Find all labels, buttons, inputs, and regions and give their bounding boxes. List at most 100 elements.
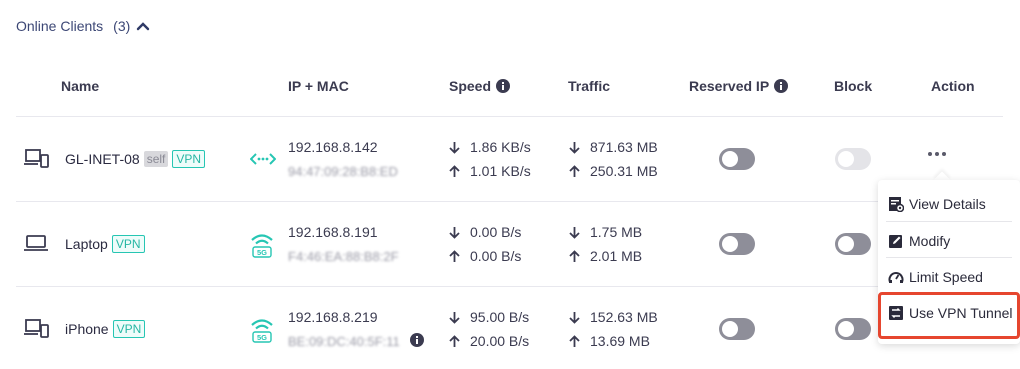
traffic-download: 1.75 MB (569, 224, 642, 240)
vpn-badge: VPN (172, 150, 206, 168)
speed-upload: 1.01 KB/s (449, 163, 531, 179)
column-ip-mac: IP + MAC (288, 78, 349, 94)
speed-download-value: 0.00 B/s (470, 224, 522, 240)
client-name: iPhone (65, 321, 109, 337)
arrow-up-icon (449, 164, 460, 177)
client-name: GL-INET-08 (65, 151, 140, 167)
menu-item-modify[interactable]: Modify (888, 233, 950, 249)
more-actions-icon[interactable] (927, 151, 947, 157)
wifi-band-label: 5G (257, 333, 267, 342)
speed-upload-value: 1.01 KB/s (470, 163, 531, 179)
toggle-knob (722, 151, 738, 167)
arrow-down-icon (569, 226, 580, 239)
block-toggle (835, 148, 871, 170)
arrow-down-icon (449, 141, 460, 154)
client-mac: 94:47:09:28:B8:ED (288, 164, 398, 179)
info-icon[interactable] (496, 79, 511, 93)
traffic-upload-value: 250.31 MB (590, 163, 658, 179)
menu-divider (886, 257, 1012, 258)
traffic-download-value: 1.75 MB (590, 224, 643, 240)
client-name-cell: GL-INET-08 self VPN (65, 150, 206, 168)
traffic-upload: 250.31 MB (569, 163, 658, 179)
block-toggle[interactable] (835, 233, 871, 255)
speed-download: 95.00 B/s (449, 309, 529, 325)
traffic-download-value: 152.63 MB (590, 309, 658, 325)
traffic-download-value: 871.63 MB (590, 139, 658, 155)
toggle-knob (838, 321, 854, 337)
mac-info-icon[interactable] (410, 333, 424, 347)
info-icon[interactable] (774, 79, 789, 93)
traffic-upload: 13.69 MB (569, 333, 650, 349)
menu-item-label: Modify (909, 233, 951, 249)
laptop-icon (24, 235, 48, 251)
speed-upload-value: 20.00 B/s (470, 333, 530, 349)
arrow-up-icon (449, 334, 460, 347)
menu-item-label: View Details (909, 196, 986, 212)
speed-download: 0.00 B/s (449, 224, 521, 240)
details-icon (889, 197, 904, 212)
wifi-5g-icon: 5G (250, 317, 274, 343)
client-name: Laptop (65, 236, 108, 252)
reserved-ip-toggle[interactable] (719, 233, 755, 255)
section-title: Online Clients (16, 18, 104, 34)
arrow-down-icon (569, 141, 580, 154)
wifi-5g-icon: 5G (250, 232, 274, 258)
column-action: Action (931, 78, 975, 94)
arrow-down-icon (449, 311, 460, 324)
table-row: iPhone VPN 5G 192.168.8.219 BE:09:DC:40:… (16, 287, 1003, 369)
reserved-ip-toggle[interactable] (719, 318, 755, 340)
wifi-band-label: 5G (257, 248, 267, 257)
speed-upload-value: 0.00 B/s (470, 248, 522, 264)
client-count: (3) (113, 18, 131, 34)
toggle-knob (722, 321, 738, 337)
client-mac: F4:46:EA:88:B8:2F (288, 249, 399, 264)
vpn-badge: VPN (112, 320, 146, 338)
speed-download: 1.86 KB/s (449, 139, 531, 155)
client-name-cell: Laptop VPN (65, 235, 145, 253)
menu-divider (886, 221, 1012, 222)
speed-upload: 20.00 B/s (449, 333, 529, 349)
traffic-upload: 2.01 MB (569, 248, 642, 264)
column-reserved-ip-label: Reserved IP (689, 78, 770, 94)
speed-download-value: 1.86 KB/s (470, 139, 531, 155)
traffic-upload-value: 2.01 MB (590, 248, 643, 264)
client-ip: 192.168.8.191 (288, 224, 378, 240)
column-speed: Speed (449, 78, 511, 94)
block-toggle[interactable] (835, 318, 871, 340)
arrow-up-icon (569, 249, 580, 262)
traffic-upload-value: 13.69 MB (590, 333, 650, 349)
toggle-knob (722, 236, 738, 252)
arrow-down-icon (449, 226, 460, 239)
column-reserved-ip: Reserved IP (689, 78, 789, 94)
highlight-box (878, 292, 1020, 339)
lan-connection-icon (250, 152, 276, 166)
traffic-download: 871.63 MB (569, 139, 658, 155)
self-badge: self (143, 151, 169, 167)
speed-upload: 0.00 B/s (449, 248, 521, 264)
reserved-ip-toggle[interactable] (719, 148, 755, 170)
client-ip: 192.168.8.142 (288, 139, 378, 155)
vpn-badge: VPN (111, 235, 145, 253)
online-clients-header[interactable]: Online Clients (3) (16, 18, 150, 34)
client-name-cell: iPhone VPN (65, 320, 146, 338)
arrow-down-icon (569, 311, 580, 324)
menu-item-limit-speed[interactable]: Limit Speed (888, 269, 983, 285)
chevron-up-icon[interactable] (136, 21, 150, 31)
column-traffic: Traffic (568, 78, 611, 94)
column-block: Block (834, 78, 873, 94)
desktop-phone-icon (24, 318, 50, 338)
traffic-download: 152.63 MB (569, 309, 658, 325)
table-row: Laptop VPN 5G 192.168.8.191 F4:46:EA:88:… (16, 202, 1003, 286)
toggle-knob (838, 151, 854, 167)
arrow-up-icon (569, 334, 580, 347)
column-speed-label: Speed (449, 78, 492, 94)
arrow-up-icon (569, 164, 580, 177)
client-mac: BE:09:DC:40:5F:11 (288, 334, 400, 349)
client-ip: 192.168.8.219 (288, 309, 378, 325)
menu-item-view-details[interactable]: View Details (888, 196, 986, 212)
edit-icon (889, 235, 902, 248)
speedometer-icon (888, 272, 904, 283)
column-name: Name (61, 78, 100, 94)
arrow-up-icon (449, 249, 460, 262)
table-row: GL-INET-08 self VPN 192.168.8.142 94:47:… (16, 117, 1003, 201)
